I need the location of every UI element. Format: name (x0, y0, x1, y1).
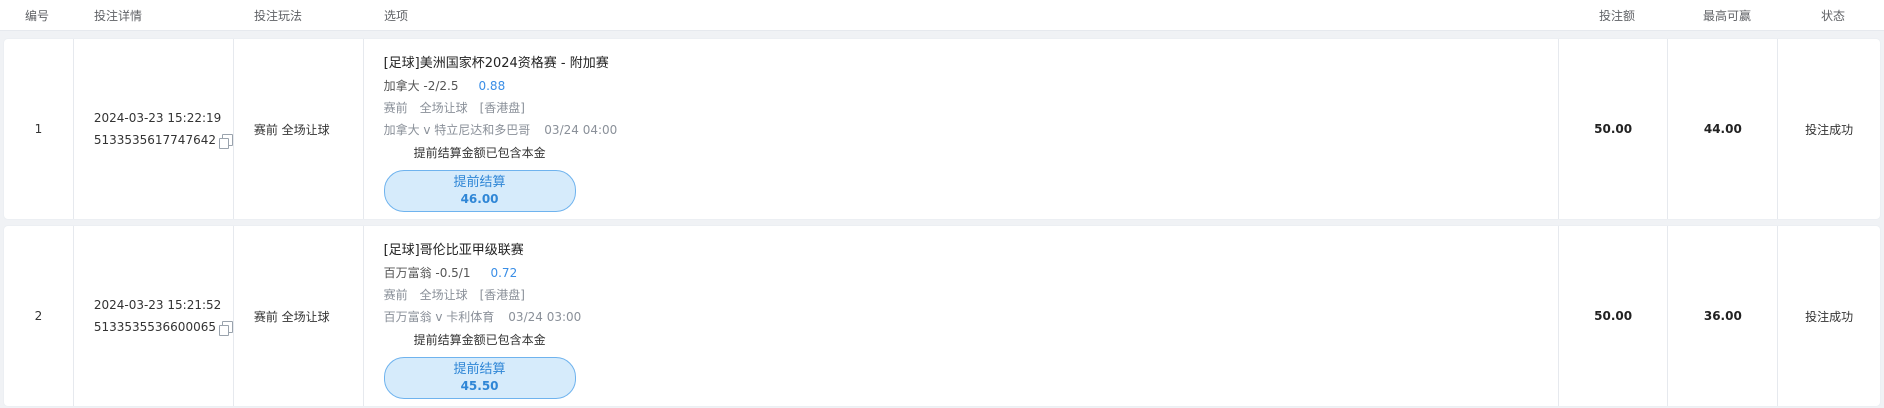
table-header: 编号 投注详情 投注玩法 选项 投注额 最高可赢 状态 (0, 0, 1884, 31)
header-option: 选项 (384, 8, 409, 23)
max-win-text: 44.00 (1703, 122, 1742, 136)
cashout-value: 46.00 (460, 192, 499, 206)
bet-option: [足球]哥伦比亚甲级联赛 百万富翁 -0.5/1 0.72 赛前 全场让球 [香港盘]… (364, 226, 1559, 406)
bet-option: [足球]美洲国家杯2024资格赛 - 附加赛 加拿大 -2/2.5 0.88 赛前… (364, 39, 1559, 219)
row-number-text: 2 (34, 309, 43, 323)
header-no: 编号 (24, 8, 49, 23)
bet-time: 2024-03-23 15:22:19 (93, 111, 222, 125)
order-id-text: 5133535617747642 (93, 133, 216, 147)
odds-value: 0.72 (490, 266, 518, 280)
copy-icon[interactable] (219, 321, 233, 336)
match-time: 03/24 03:00 (508, 310, 582, 324)
match-info: 加拿大 v 特立尼达和多巴哥 03/24 04:00 (384, 119, 1558, 141)
odds-type: [香港盘] (479, 101, 525, 115)
league-name: [足球]美洲国家杯2024资格赛 - 附加赛 (383, 56, 609, 71)
bet-amount: 50.00 (1559, 39, 1669, 219)
cashout-label: 提前结算 (453, 175, 506, 190)
cashout-button[interactable]: 提前结算 46.00 (383, 170, 576, 212)
order-id-text: 5133535536600065 (93, 320, 216, 334)
status-text: 投注成功 (1805, 309, 1854, 324)
market: 全场让球 (419, 101, 468, 115)
bet-meta: 赛前 全场让球 [香港盘] (384, 97, 1558, 119)
row-number-text: 1 (34, 122, 43, 136)
bet-meta: 赛前 全场让球 [香港盘] (384, 284, 1558, 306)
match-teams: 加拿大 v 特立尼达和多巴哥 (383, 123, 531, 137)
cashout-value: 45.50 (460, 379, 499, 393)
bet-play-text: 赛前 全场让球 (253, 122, 330, 137)
bet-play: 赛前 全场让球 (234, 226, 364, 406)
header-status: 状态 (1820, 8, 1845, 23)
bet-play: 赛前 全场让球 (234, 39, 364, 219)
order-id: 5133535617747642 (94, 131, 233, 149)
bet-time: 2024-03-23 15:21:52 (93, 298, 222, 312)
table-row: 1 2024-03-23 15:22:19 5133535617747642 赛… (4, 39, 1880, 219)
bet-status: 投注成功 (1778, 39, 1880, 219)
header-detail: 投注详情 (94, 8, 143, 23)
match-teams: 百万富翁 v 卡利体育 (383, 310, 495, 324)
header-amount: 投注额 (1598, 8, 1635, 23)
bet-amount-text: 50.00 (1594, 309, 1633, 323)
odds-value: 0.88 (478, 79, 506, 93)
match-info: 百万富翁 v 卡利体育 03/24 03:00 (384, 306, 1558, 328)
cashout-note: 提前结算金额已包含本金 (413, 333, 546, 347)
bet-amount: 50.00 (1559, 226, 1669, 406)
header-max-win: 最高可赢 (1702, 8, 1751, 23)
cashout-note: 提前结算金额已包含本金 (413, 146, 546, 160)
max-win: 36.00 (1668, 226, 1779, 406)
header-play: 投注玩法 (254, 8, 303, 23)
bet-records-table: 编号 投注详情 投注玩法 选项 投注额 最高可赢 状态 1 2024-03-23… (0, 0, 1884, 406)
table-row: 2 2024-03-23 15:21:52 5133535536600065 赛… (4, 226, 1880, 406)
max-win-text: 36.00 (1703, 309, 1742, 323)
bet-status: 投注成功 (1778, 226, 1880, 406)
cashout-label: 提前结算 (453, 362, 506, 377)
row-number: 2 (4, 226, 74, 406)
cashout-button[interactable]: 提前结算 45.50 (383, 357, 576, 399)
table-body: 1 2024-03-23 15:22:19 5133535617747642 赛… (0, 31, 1884, 406)
odds-type: [香港盘] (479, 288, 525, 302)
order-id: 5133535536600065 (94, 318, 233, 336)
pick-text: 百万富翁 -0.5/1 (383, 266, 471, 280)
bet-detail: 2024-03-23 15:22:19 5133535617747642 (74, 39, 234, 219)
bet-detail: 2024-03-23 15:21:52 5133535536600065 (74, 226, 234, 406)
stage: 赛前 (383, 288, 408, 302)
bet-play-text: 赛前 全场让球 (253, 309, 330, 324)
copy-icon[interactable] (219, 134, 233, 149)
status-text: 投注成功 (1805, 122, 1854, 137)
pick-text: 加拿大 -2/2.5 (383, 79, 459, 93)
match-time: 03/24 04:00 (544, 123, 618, 137)
league-name: [足球]哥伦比亚甲级联赛 (383, 243, 524, 258)
stage: 赛前 (383, 101, 408, 115)
market: 全场让球 (419, 288, 468, 302)
pick: 加拿大 -2/2.5 0.88 (384, 75, 1558, 97)
max-win: 44.00 (1668, 39, 1779, 219)
pick: 百万富翁 -0.5/1 0.72 (384, 262, 1558, 284)
row-number: 1 (4, 39, 74, 219)
bet-amount-text: 50.00 (1594, 122, 1633, 136)
